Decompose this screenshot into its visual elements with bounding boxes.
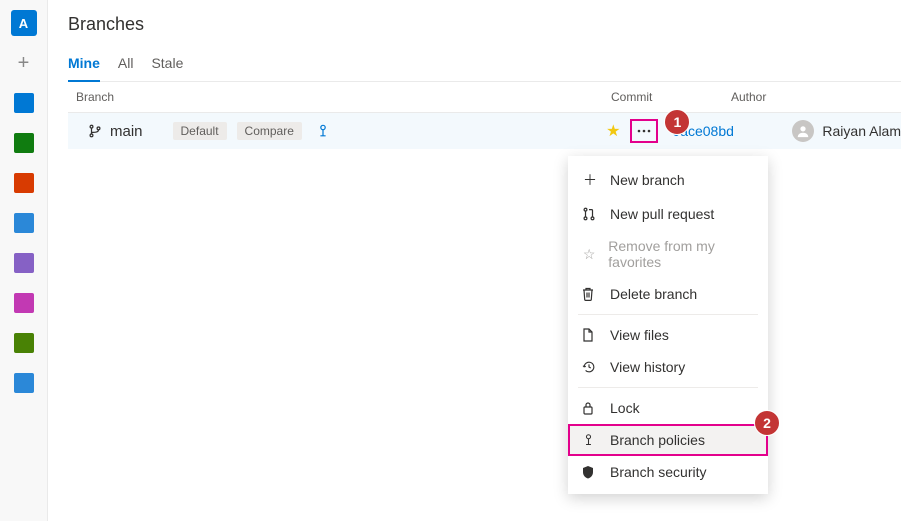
add-icon[interactable]: + <box>11 50 37 76</box>
file-icon <box>582 328 598 342</box>
menu-label: View files <box>610 327 669 343</box>
policy-badge-icon <box>316 124 330 138</box>
menu-branch-security[interactable]: Branch security <box>568 456 768 488</box>
testplans-icon[interactable] <box>11 250 37 276</box>
page-title: Branches <box>68 14 901 35</box>
rocket-icon[interactable] <box>11 210 37 236</box>
hourglass-icon[interactable] <box>11 370 37 396</box>
menu-label: View history <box>610 359 685 375</box>
badge-default: Default <box>173 122 227 140</box>
menu-label: Branch policies <box>610 432 705 448</box>
menu-lock[interactable]: Lock <box>568 392 768 424</box>
tabs: Mine All Stale <box>68 49 901 82</box>
favorite-star-icon[interactable]: ★ <box>606 121 620 141</box>
star-outline-icon: ☆ <box>582 246 596 263</box>
branch-row[interactable]: main Default Compare ★ 1 0ace08bd Raiyan… <box>68 113 901 149</box>
main-content: Branches Mine All Stale Branch Commit Au… <box>48 0 921 521</box>
branch-name[interactable]: main <box>110 123 143 140</box>
pull-request-icon <box>582 207 598 221</box>
tab-mine[interactable]: Mine <box>68 49 100 81</box>
menu-new-branch[interactable]: ＋ New branch <box>568 162 768 198</box>
column-headers: Branch Commit Author <box>68 82 901 113</box>
branch-icon <box>88 124 102 138</box>
lock-icon <box>582 401 598 415</box>
badge-compare: Compare <box>237 122 302 140</box>
menu-view-files[interactable]: View files <box>568 319 768 351</box>
artifacts-icon[interactable] <box>11 290 37 316</box>
repos-icon[interactable] <box>11 130 37 156</box>
menu-label: Branch security <box>610 464 706 480</box>
commit-link[interactable]: 0ace08bd <box>672 123 792 139</box>
menu-remove-favorite: ☆ Remove from my favorites <box>568 230 768 278</box>
boards-icon[interactable] <box>11 90 37 116</box>
plus-icon: ＋ <box>582 170 598 190</box>
menu-label: Lock <box>610 400 640 416</box>
menu-separator <box>578 314 758 315</box>
menu-label: Remove from my favorites <box>608 238 754 270</box>
menu-new-pull-request[interactable]: New pull request <box>568 198 768 230</box>
col-author-header: Author <box>731 90 901 104</box>
pipelines-icon[interactable] <box>11 170 37 196</box>
security-shield-icon <box>582 465 598 479</box>
tab-all[interactable]: All <box>118 49 134 81</box>
tab-stale[interactable]: Stale <box>151 49 183 81</box>
annotation-callout-2: 2 <box>754 410 780 436</box>
author-cell: Raiyan Alam <box>792 120 901 142</box>
branch-context-menu: ＋ New branch New pull request ☆ Remove f… <box>568 156 768 494</box>
left-rail: A + <box>0 0 48 521</box>
col-branch-header: Branch <box>76 90 611 104</box>
project-avatar[interactable]: A <box>11 10 37 36</box>
menu-label: New pull request <box>610 206 714 222</box>
more-options-button[interactable] <box>630 119 658 143</box>
trash-icon <box>582 287 598 301</box>
avatar-icon <box>792 120 814 142</box>
menu-separator <box>578 387 758 388</box>
shield-icon[interactable] <box>11 330 37 356</box>
col-commit-header: Commit <box>611 90 731 104</box>
menu-label: Delete branch <box>610 286 697 302</box>
menu-delete-branch[interactable]: Delete branch <box>568 278 768 310</box>
author-name: Raiyan Alam <box>822 123 901 139</box>
policy-icon <box>582 433 598 447</box>
menu-view-history[interactable]: View history <box>568 351 768 383</box>
history-icon <box>582 360 598 374</box>
menu-branch-policies[interactable]: Branch policies 2 <box>568 424 768 456</box>
menu-label: New branch <box>610 172 685 188</box>
